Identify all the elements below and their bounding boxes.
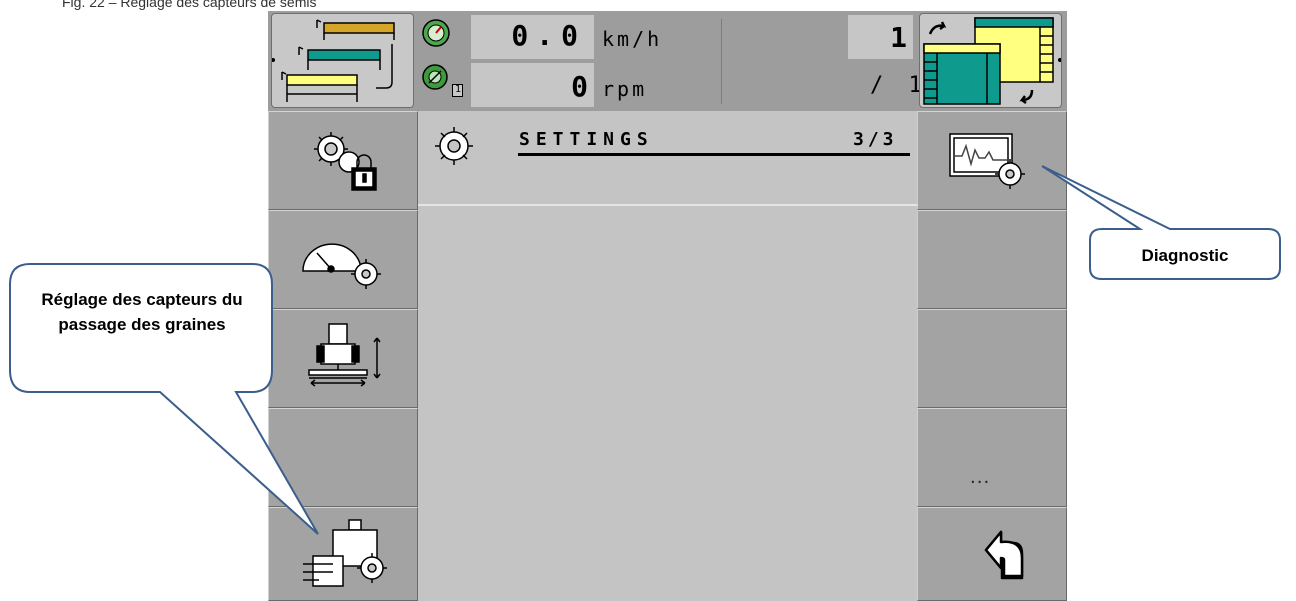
left-callout-text: Réglage des capteurs du passage des grai… [41,290,243,334]
right-callout-text: Diagnostic [1141,246,1229,265]
